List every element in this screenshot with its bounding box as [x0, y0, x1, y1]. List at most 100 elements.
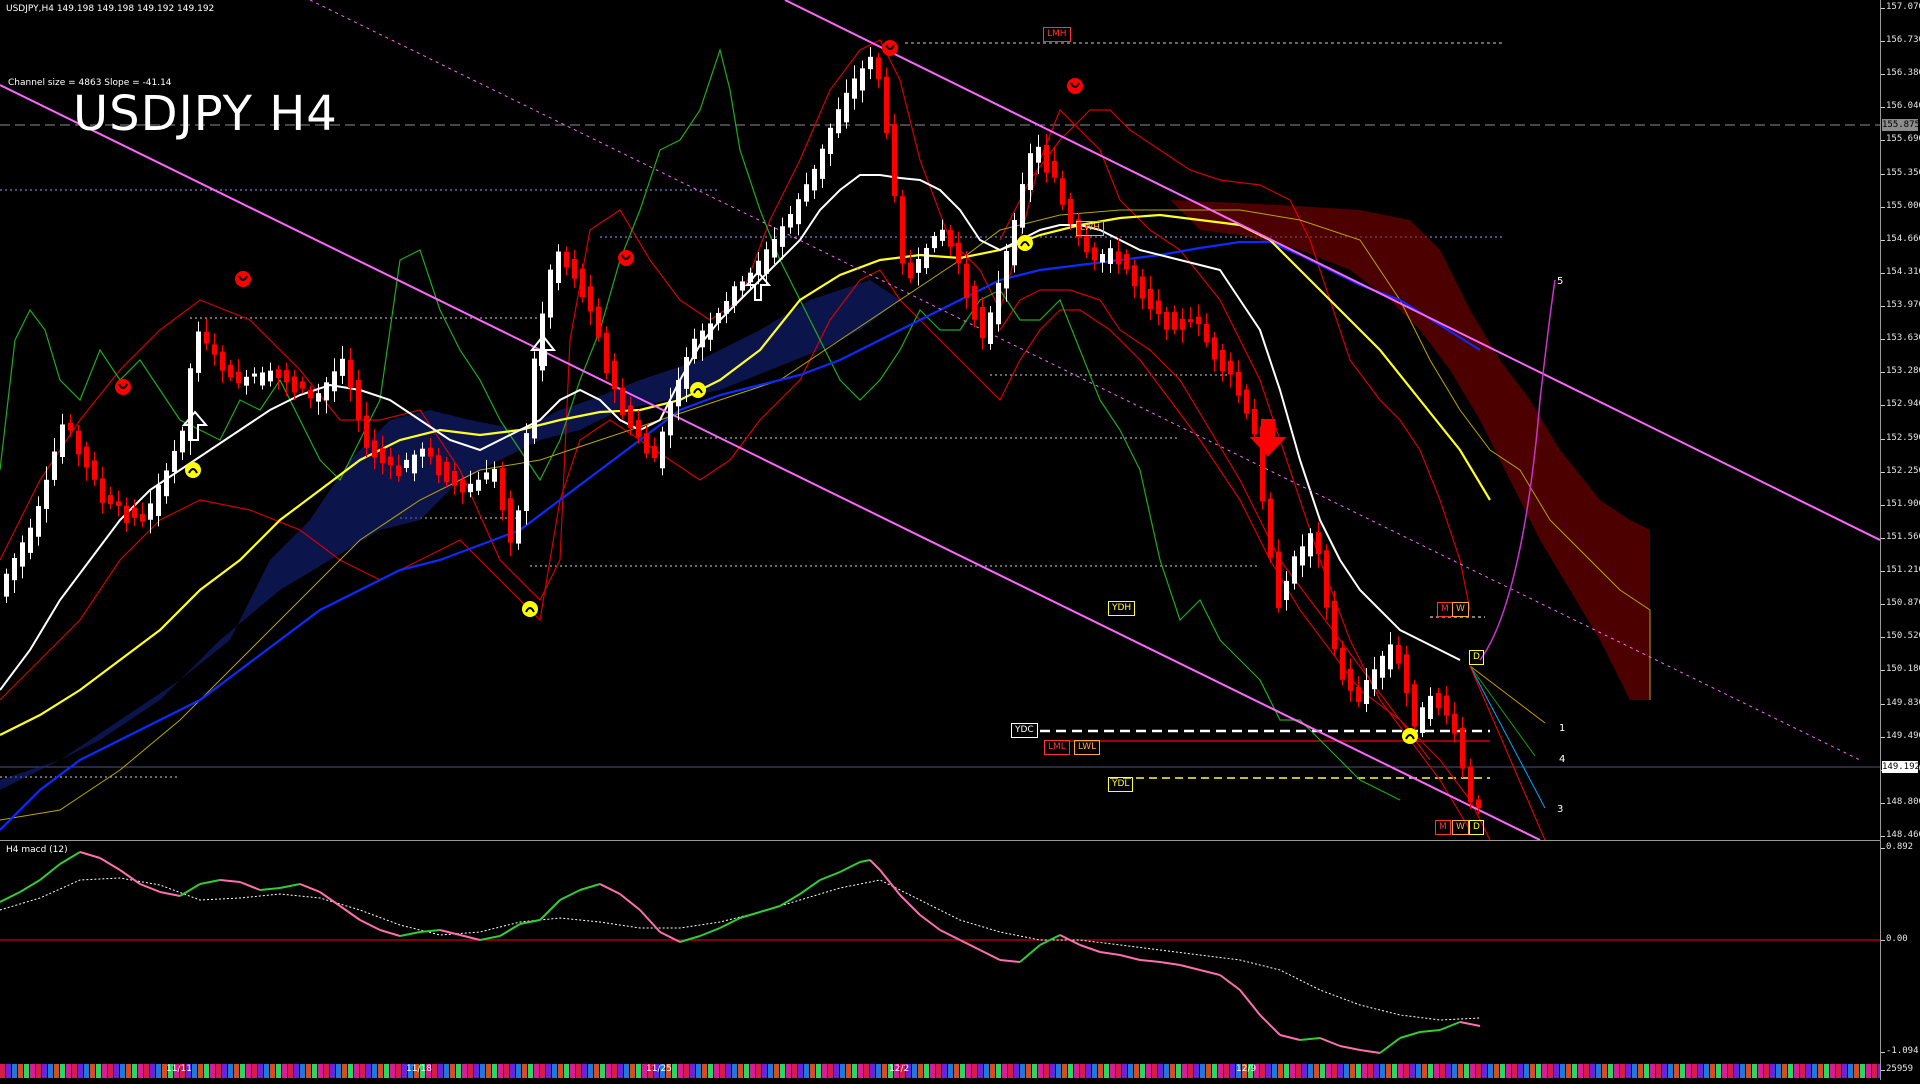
date-stripe: [1344, 1064, 1349, 1078]
candle-body: [484, 472, 489, 480]
candle-body: [1236, 371, 1241, 396]
candle-body: [1268, 498, 1273, 558]
candle-body: [1012, 219, 1017, 266]
macd-segment: [1219, 974, 1241, 991]
date-stripe: [1728, 1064, 1733, 1078]
candle-body: [12, 557, 17, 581]
candle-body: [220, 351, 225, 371]
date-stripe: [762, 1064, 767, 1078]
date-stripe: [1608, 1064, 1613, 1078]
date-stripe: [1578, 1064, 1583, 1078]
date-stripe: [1266, 1064, 1271, 1078]
date-stripe: [18, 1064, 23, 1078]
date-stripe: [1632, 1064, 1637, 1078]
date-stripe: [24, 1064, 29, 1078]
date-stripe: [1542, 1064, 1547, 1078]
candle-body: [1084, 235, 1089, 253]
date-stripe: [1128, 1064, 1133, 1078]
date-stripe: [1590, 1064, 1595, 1078]
date-stripe: [1704, 1064, 1709, 1078]
macd-segment: [459, 934, 481, 941]
date-stripe: [1842, 1064, 1847, 1078]
candle-body: [1428, 695, 1433, 719]
candle-body: [612, 360, 617, 390]
date-stripe: [1122, 1064, 1127, 1078]
date-stripe: [6, 1064, 11, 1078]
date-stripe: [1218, 1064, 1223, 1078]
price-axis[interactable]: 157.070 156.730 156.380 156.040 155.690 155.3…: [1880, 0, 1920, 1080]
date-stripe: [294, 1064, 299, 1078]
candle-body: [724, 300, 729, 314]
date-stripe: [1458, 1064, 1463, 1078]
macd-segment: [179, 883, 201, 897]
date-stripe: [1476, 1064, 1481, 1078]
candle-body: [604, 332, 609, 374]
price-tick: 153.630: [1881, 333, 1920, 343]
date-stripe: [1272, 1064, 1277, 1078]
date-stripe: [306, 1064, 311, 1078]
ydh-label: YDH: [1108, 601, 1136, 616]
macd-segment: [579, 883, 601, 891]
date-stripe: [696, 1064, 701, 1078]
date-stripe: [372, 1064, 377, 1078]
candle-body: [1388, 644, 1393, 670]
date-stripe: [1878, 1064, 1883, 1078]
candle-body: [204, 331, 209, 344]
candle-body: [196, 331, 201, 373]
date-stripe: [804, 1064, 809, 1078]
date-stripe: [1140, 1064, 1145, 1078]
date-stripe: [1416, 1064, 1421, 1078]
date-stripe: [1176, 1064, 1181, 1078]
candle-body: [876, 57, 881, 80]
date-stripe: [1866, 1064, 1871, 1078]
macd-segment: [239, 881, 261, 891]
macd-segment: [1139, 959, 1161, 963]
macd-segment: [1379, 1037, 1401, 1054]
date-stripe: [1746, 1064, 1751, 1078]
macd-segment: [1459, 1021, 1481, 1027]
candle-body: [228, 364, 233, 378]
date-stripe: [336, 1064, 341, 1078]
candle-body: [1196, 316, 1201, 325]
date-stripe: [792, 1064, 797, 1078]
candle-body: [892, 124, 897, 197]
candle-body: [908, 262, 913, 279]
date-stripe: [120, 1064, 125, 1078]
date-stripe: [774, 1064, 779, 1078]
date-stripe: [960, 1064, 965, 1078]
candle-body: [1036, 146, 1041, 163]
candle-body: [868, 56, 873, 70]
date-stripe: [624, 1064, 629, 1078]
date-stripe: [276, 1064, 281, 1078]
date-stripe: [1206, 1064, 1211, 1078]
macd-segment: [919, 914, 941, 931]
date-stripe: [678, 1064, 683, 1078]
candle-body: [964, 263, 969, 299]
candle-body: [1028, 153, 1033, 191]
price-tick: 150.520: [1881, 631, 1920, 641]
date-stripe: [1368, 1064, 1373, 1078]
lmh-label: LMH: [1043, 27, 1071, 42]
candle-body: [460, 479, 465, 493]
candle-body: [652, 446, 657, 459]
candle-body: [836, 109, 841, 134]
date-stripe: [228, 1064, 233, 1078]
d-top-label: D: [1469, 650, 1484, 665]
current-price-box: 149.192: [1882, 761, 1920, 773]
date-stripe: [318, 1064, 323, 1078]
date-stripe: [96, 1064, 101, 1078]
candle-body: [92, 460, 97, 480]
date-stripe: [126, 1064, 131, 1078]
candle-body: [660, 431, 665, 469]
date-stripe: [1788, 1064, 1793, 1078]
date-stripe: [1056, 1064, 1061, 1078]
candle-body: [804, 184, 809, 202]
date-stripe: [1650, 1064, 1655, 1078]
candle-body: [596, 306, 601, 337]
macd-chart[interactable]: [0, 840, 1880, 1062]
candle-body: [692, 338, 697, 360]
candle-body: [972, 285, 977, 320]
candle-body: [284, 370, 289, 383]
candle-body: [948, 230, 953, 247]
macd-segment: [1199, 969, 1221, 976]
